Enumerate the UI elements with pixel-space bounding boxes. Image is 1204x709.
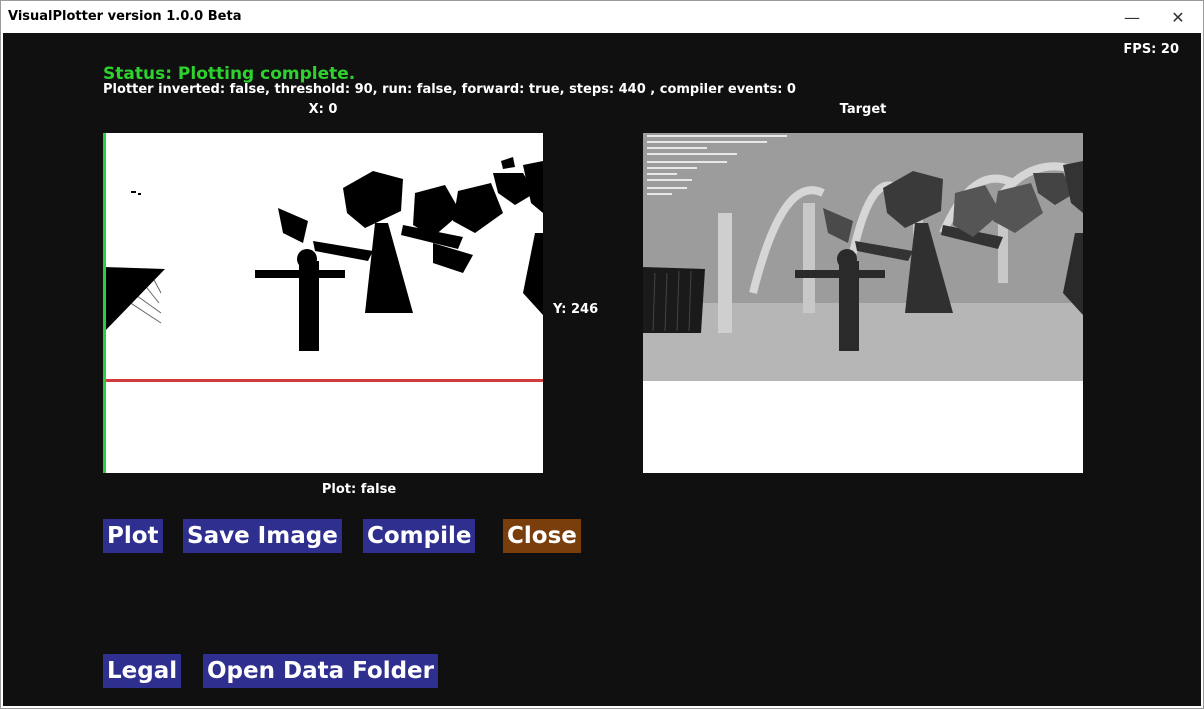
- y-coordinate-label: Y: 246: [553, 302, 599, 317]
- compile-button[interactable]: Compile: [363, 519, 476, 553]
- legal-button[interactable]: Legal: [103, 654, 182, 688]
- minimize-button[interactable]: —: [1109, 1, 1155, 33]
- plot-state-label: Plot: false: [321, 482, 397, 497]
- open-data-folder-button[interactable]: Open Data Folder: [203, 654, 439, 688]
- app-window: VisualPlotter version 1.0.0 Beta — ✕ FPS…: [0, 0, 1204, 709]
- plot-preview-panel: [103, 133, 543, 473]
- close-window-button[interactable]: ✕: [1155, 1, 1201, 33]
- fps-counter: FPS: 20: [1123, 42, 1179, 57]
- plot-button[interactable]: Plot: [103, 519, 163, 553]
- target-image: [643, 133, 1083, 473]
- close-icon: ✕: [1171, 7, 1185, 27]
- x-coordinate-label: X: 0: [308, 102, 338, 117]
- close-button[interactable]: Close: [503, 519, 581, 553]
- window-title: VisualPlotter version 1.0.0 Beta: [8, 9, 242, 24]
- target-label: Target: [839, 102, 887, 117]
- save-image-button[interactable]: Save Image: [183, 519, 342, 553]
- plotter-info: Plotter inverted: false, threshold: 90, …: [103, 82, 796, 97]
- plot-preview-image: [103, 133, 543, 473]
- app-canvas: FPS: 20 Status: Plotting complete. Plott…: [3, 33, 1201, 706]
- title-bar: VisualPlotter version 1.0.0 Beta — ✕: [1, 1, 1203, 33]
- minimize-icon: —: [1124, 7, 1140, 27]
- target-image-panel: [643, 133, 1083, 473]
- status-text: Status: Plotting complete.: [103, 64, 356, 84]
